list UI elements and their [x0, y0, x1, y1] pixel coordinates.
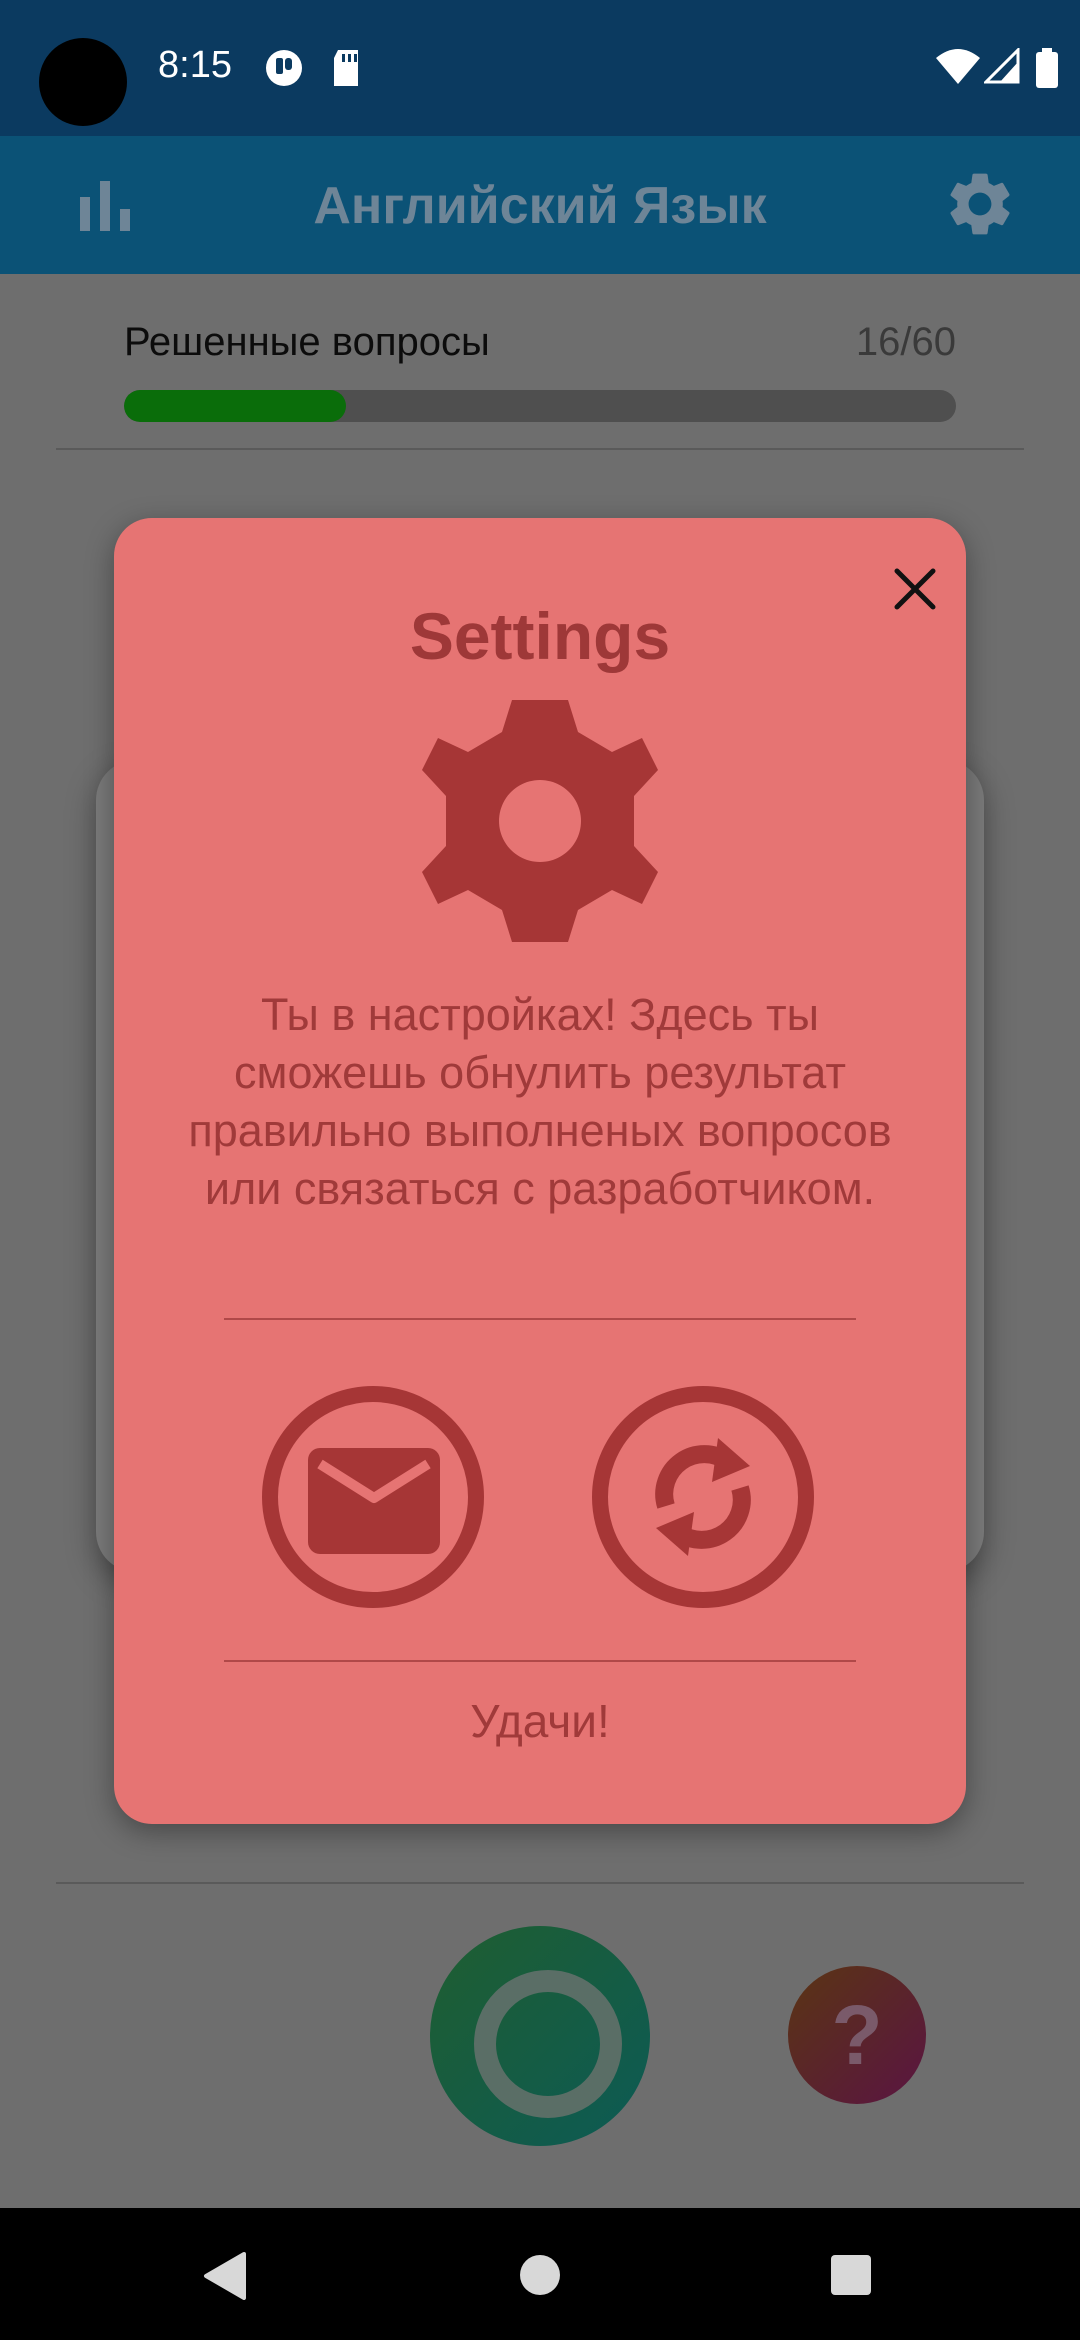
mail-icon — [308, 1448, 440, 1554]
app-title: Английский Язык — [313, 177, 767, 235]
reset-progress-button[interactable] — [592, 1386, 814, 1608]
divider — [56, 448, 1024, 450]
gear-icon — [422, 700, 658, 942]
refresh-icon — [655, 1438, 751, 1556]
progress-count: 16/60 — [855, 320, 956, 364]
divider — [56, 1882, 1024, 1884]
dialog-divider — [224, 1318, 856, 1320]
sd-card-icon — [334, 50, 358, 86]
contact-developer-button[interactable] — [262, 1386, 484, 1608]
camera-cutout — [39, 38, 127, 126]
app-bar: Английский Язык — [0, 136, 1080, 274]
recents-icon[interactable] — [830, 2254, 872, 2296]
navigation-bar — [0, 2208, 1080, 2340]
home-icon[interactable] — [519, 2254, 561, 2296]
question-icon: ? — [831, 1988, 883, 2082]
dialog-message: Ты в настройках! Здесь ты сможешь обнули… — [188, 989, 892, 1214]
status-time: 8:15 — [158, 44, 232, 86]
back-icon[interactable] — [202, 2252, 246, 2300]
dialog-title: Settings — [409, 599, 671, 673]
dialog-footer: Удачи! — [470, 1695, 610, 1747]
wifi-icon — [936, 49, 980, 84]
cell-signal-icon — [984, 48, 1020, 84]
dialog-divider — [224, 1660, 856, 1662]
radio-ring-icon — [474, 1970, 622, 2118]
notification-app-icon — [266, 50, 302, 86]
battery-icon — [1036, 48, 1058, 88]
main-action-button[interactable] — [430, 1926, 650, 2146]
gear-icon[interactable] — [942, 166, 1018, 242]
progress-bar-fill — [124, 390, 346, 422]
settings-dialog: Settings Ты в настройках! Здесь ты сможе… — [114, 518, 966, 1824]
status-bar: 8:15 — [0, 0, 1080, 136]
progress-bar — [124, 390, 956, 422]
progress-label: Решенные вопросы — [124, 320, 490, 364]
help-button[interactable]: ? — [788, 1966, 926, 2104]
